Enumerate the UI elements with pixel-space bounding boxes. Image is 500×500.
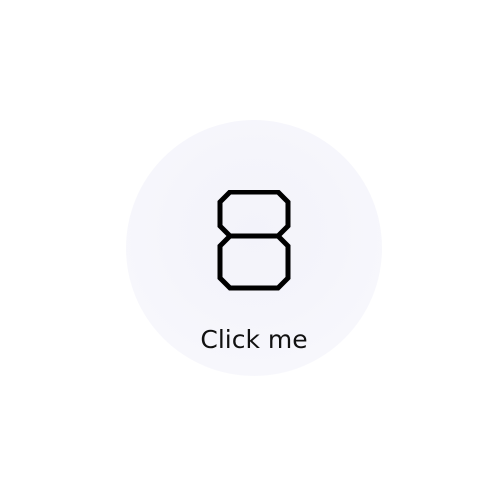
click-me-label: Click me xyxy=(200,325,308,354)
page: 8 Click me xyxy=(0,0,500,500)
seven-segment-digit-icon: 8 xyxy=(214,190,294,302)
click-me-button[interactable]: 8 Click me xyxy=(126,120,382,376)
